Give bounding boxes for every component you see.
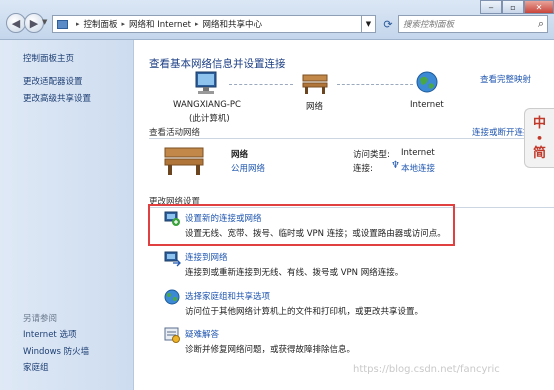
new-connection-icon bbox=[164, 211, 180, 226]
connect-to-network-desc: 连接到或重新连接到无线、有线、拨号或 VPN 网络连接。 bbox=[185, 268, 404, 278]
page-title: 查看基本网络信息并设置连接 bbox=[149, 58, 286, 70]
active-networks-heading: 查看活动网络 bbox=[149, 128, 201, 138]
map-network-label: 网络 bbox=[306, 102, 324, 112]
setup-new-connection-link[interactable]: 设置新的连接或网络 bbox=[185, 212, 262, 224]
connect-to-network-link[interactable]: 连接到网络 bbox=[185, 251, 228, 263]
network-type-link[interactable]: 公用网络 bbox=[231, 162, 265, 174]
address-bar[interactable]: ▸ 控制面板 ▸ 网络和 Internet ▸ 网络和共享中心 bbox=[52, 15, 362, 33]
close-button[interactable]: ✕ bbox=[524, 0, 554, 14]
connections-label: 连接: bbox=[353, 164, 373, 174]
sidebar: 控制面板主页 更改适配器设置 更改高级共享设置 另请参阅 Internet 选项… bbox=[0, 40, 134, 390]
setup-new-connection-desc: 设置无线、宽带、拨号、临时或 VPN 连接；或设置路由器或访问点。 bbox=[185, 229, 446, 239]
troubleshoot-desc: 诊断并修复网络问题，或获得故障排除信息。 bbox=[185, 345, 356, 355]
globe-icon bbox=[416, 71, 438, 93]
computer-name: WANGXIANG-PC bbox=[173, 100, 241, 110]
refresh-icon[interactable]: ⟳ bbox=[380, 15, 396, 33]
control-panel-icon bbox=[57, 19, 68, 29]
maximize-button[interactable]: ▫ bbox=[502, 0, 524, 14]
address-dropdown-icon[interactable]: ▼ bbox=[362, 15, 376, 33]
breadcrumb-arrow-icon: ▸ bbox=[76, 20, 80, 28]
wired-connection-icon: ♆ bbox=[391, 160, 400, 171]
ime-mode-chinese[interactable]: 中 bbox=[533, 116, 546, 131]
homegroup-sharing-desc: 访问位于其他网络计算机上的文件和打印机，或更改共享设置。 bbox=[185, 307, 424, 317]
breadcrumb-control-panel[interactable]: 控制面板 bbox=[84, 18, 118, 30]
ime-punctuation-icon[interactable]: • bbox=[536, 131, 543, 146]
sidebar-item-adapter-settings[interactable]: 更改适配器设置 bbox=[23, 75, 83, 87]
search-icon[interactable]: ⌕ bbox=[538, 17, 544, 31]
search-placeholder: 搜索控制面板 bbox=[403, 20, 455, 30]
main-content: 查看基本网络信息并设置连接 查看完整映射 WANGXIANG-PC (此计算机)… bbox=[135, 40, 554, 390]
search-input[interactable]: 搜索控制面板 ⌕ bbox=[398, 15, 548, 33]
map-link-line bbox=[229, 84, 293, 85]
breadcrumb-arrow-icon: ▸ bbox=[195, 20, 199, 28]
minimize-button[interactable]: ‒ bbox=[480, 0, 502, 14]
sidebar-item-home[interactable]: 控制面板主页 bbox=[23, 52, 74, 64]
highlight-box bbox=[148, 204, 455, 246]
see-also-homegroup[interactable]: 家庭组 bbox=[23, 361, 49, 373]
computer-sublabel: (此计算机) bbox=[189, 114, 230, 124]
local-connection-link[interactable]: 本地连接 bbox=[401, 162, 435, 174]
troubleshoot-link[interactable]: 疑难解答 bbox=[185, 328, 219, 340]
forward-arrow-icon: ▶ bbox=[29, 16, 39, 30]
breadcrumb-network-sharing[interactable]: 网络和共享中心 bbox=[203, 18, 263, 30]
connect-disconnect-link[interactable]: 连接或断开连接 bbox=[472, 126, 532, 138]
view-full-map-link[interactable]: 查看完整映射 bbox=[480, 73, 531, 85]
back-button[interactable]: ◀ bbox=[6, 13, 26, 33]
see-also-internet-options[interactable]: Internet 选项 bbox=[23, 328, 76, 340]
ime-mode-simplified[interactable]: 简 bbox=[533, 146, 546, 161]
connect-network-icon bbox=[164, 251, 181, 267]
access-type-value: Internet bbox=[401, 148, 435, 158]
title-bar: ◀ ▶ ▼ ▸ 控制面板 ▸ 网络和 Internet ▸ 网络和共享中心 ▼ … bbox=[0, 0, 554, 40]
breadcrumb-arrow-icon: ▸ bbox=[121, 20, 126, 28]
network-bench-icon bbox=[164, 147, 204, 175]
troubleshoot-icon bbox=[164, 327, 180, 343]
see-also-heading: 另请参阅 bbox=[23, 314, 58, 324]
bench-icon bbox=[302, 74, 328, 94]
active-network-name: 网络 bbox=[231, 150, 249, 160]
forward-button[interactable]: ▶ bbox=[24, 13, 44, 33]
history-dropdown-icon[interactable]: ▼ bbox=[42, 18, 47, 26]
homegroup-sharing-link[interactable]: 选择家庭组和共享选项 bbox=[185, 290, 270, 302]
see-also-firewall[interactable]: Windows 防火墙 bbox=[23, 345, 89, 357]
homegroup-icon bbox=[164, 289, 180, 305]
sidebar-item-advanced-sharing[interactable]: 更改高级共享设置 bbox=[23, 92, 91, 104]
breadcrumb-network-internet[interactable]: 网络和 Internet bbox=[129, 18, 191, 30]
map-internet-label: Internet bbox=[410, 100, 444, 110]
map-link-line bbox=[337, 84, 413, 85]
back-arrow-icon: ◀ bbox=[11, 16, 21, 30]
ime-toolbar[interactable]: 中 • 简 bbox=[524, 108, 554, 168]
access-type-label: 访问类型: bbox=[353, 150, 390, 160]
watermark: https://blog.csdn.net/fancyric bbox=[353, 364, 500, 375]
computer-icon bbox=[195, 71, 217, 94]
section-divider bbox=[149, 138, 554, 139]
